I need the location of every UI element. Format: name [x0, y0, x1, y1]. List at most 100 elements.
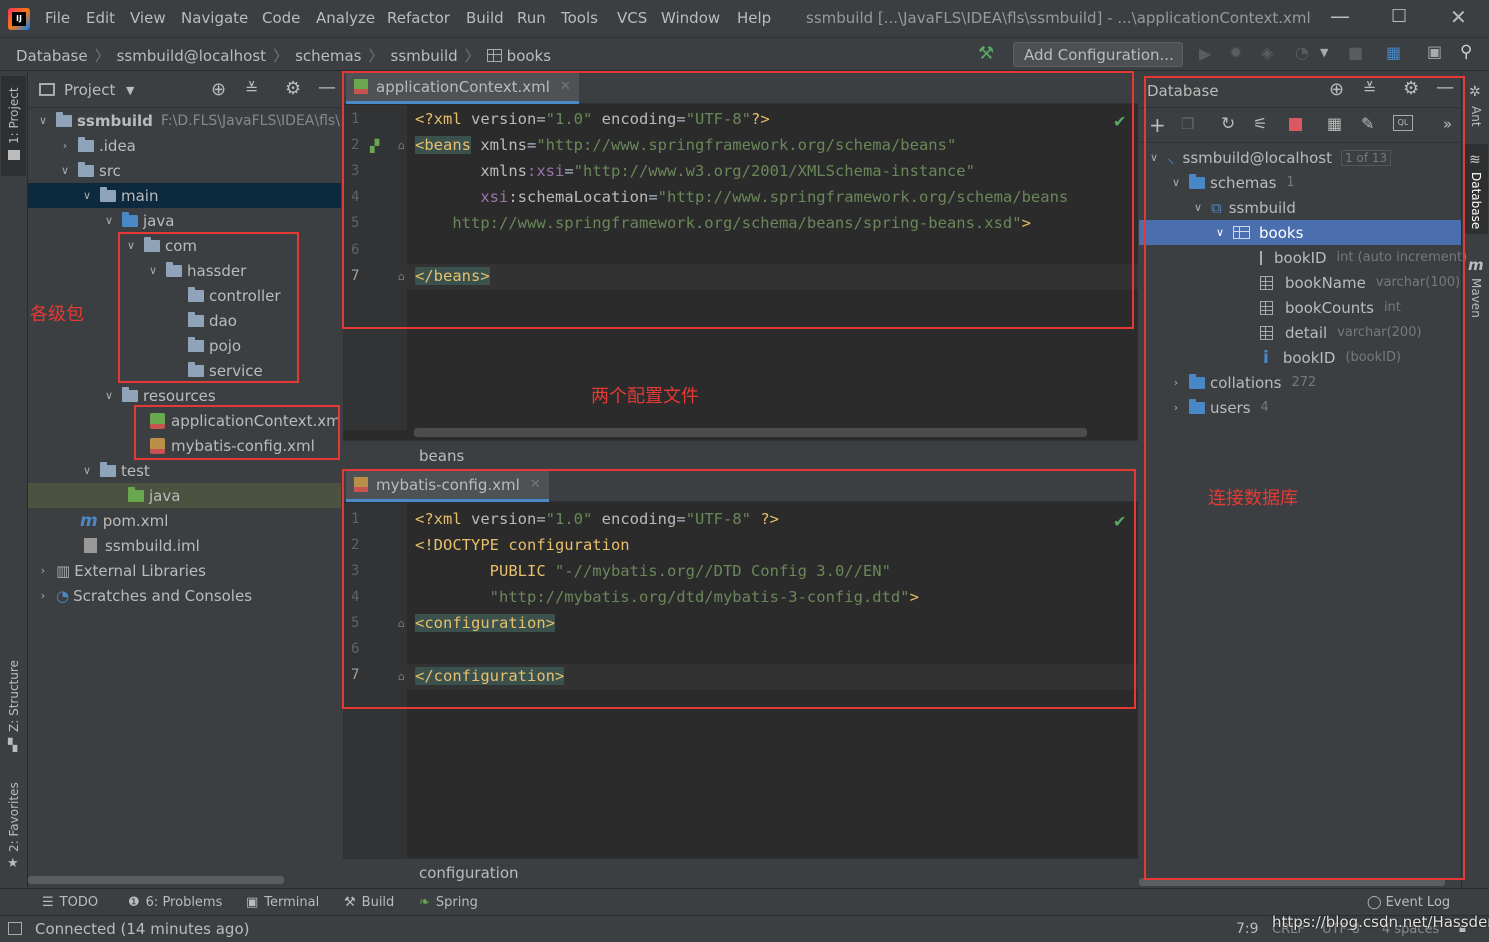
collapse-all-icon[interactable]: ≚ [1363, 79, 1376, 98]
tree-item-service[interactable]: service [28, 358, 341, 383]
terminal-tool[interactable]: ▣ Terminal [246, 895, 319, 910]
tree-item-test[interactable]: ∨ test [28, 458, 341, 483]
close-tab-icon[interactable]: ✕ [560, 79, 571, 94]
db-table-books[interactable]: ∨ books [1139, 220, 1461, 245]
more-icon[interactable]: » [1443, 115, 1452, 133]
tree-item-pojo[interactable]: pojo [28, 333, 341, 358]
tree-item-applicationcontext[interactable]: applicationContext.xm [28, 408, 341, 433]
add-configuration-button[interactable]: Add Configuration... [1013, 42, 1183, 67]
db-connection[interactable]: ∨ ⸜ ssmbuild@localhost 1 of 13 [1139, 145, 1461, 170]
tab-applicationcontext[interactable]: applicationContext.xml ✕ [346, 72, 579, 104]
chevron-down-icon[interactable]: ▼ [126, 84, 134, 97]
chevron-down-icon[interactable]: ∨ [1169, 176, 1183, 189]
menu-run[interactable]: Run [517, 9, 546, 27]
menu-help[interactable]: Help [737, 9, 771, 27]
gear-icon[interactable]: ⚙ [285, 78, 301, 99]
breadcrumb-connection[interactable]: ssmbuild@localhost [117, 47, 266, 65]
chevron-right-icon[interactable]: › [1169, 401, 1183, 414]
db-column[interactable]: bookName varchar(100) [1139, 270, 1461, 295]
breadcrumb-ssmbuild[interactable]: ssmbuild [391, 47, 458, 65]
todo-tool[interactable]: ☰ TODO [42, 895, 98, 910]
console-icon[interactable]: QL [1393, 115, 1413, 131]
chevron-down-icon[interactable]: ∨ [146, 264, 160, 277]
caret-position[interactable]: 7:9 [1236, 921, 1259, 937]
menu-code[interactable]: Code [262, 9, 300, 27]
stop-icon[interactable]: ■ [1348, 43, 1363, 62]
close-tab-icon[interactable]: ✕ [530, 477, 541, 492]
project-tool-label[interactable]: 1: Project [7, 87, 21, 144]
gear-icon[interactable]: ⚙ [1403, 78, 1419, 99]
chevron-right-icon[interactable]: › [36, 589, 50, 602]
project-panel-title[interactable]: Project [64, 81, 115, 99]
db-column[interactable]: detail varchar(200) [1139, 320, 1461, 345]
chevron-down-icon[interactable]: ▼ [1320, 46, 1328, 59]
menu-navigate[interactable]: Navigate [181, 9, 248, 27]
tree-item-iml[interactable]: ssmbuild.iml [28, 533, 341, 558]
search-icon[interactable]: ⚲ [1460, 42, 1472, 62]
breadcrumb-database[interactable]: Database [16, 47, 88, 65]
chevron-down-icon[interactable]: ∨ [124, 239, 138, 252]
build-tool[interactable]: ⚒ Build [344, 895, 394, 910]
horizontal-scrollbar[interactable] [1139, 878, 1445, 886]
collapse-all-icon[interactable]: ≚ [245, 79, 258, 98]
maximize-button[interactable]: ☐ [1391, 6, 1407, 27]
favorites-tool-label[interactable]: 2: Favorites [7, 782, 21, 852]
tree-item-idea[interactable]: › .idea [28, 133, 341, 158]
table-view-icon[interactable]: ▦ [1327, 114, 1342, 133]
chevron-down-icon[interactable]: ∨ [1213, 226, 1227, 239]
fold-icon[interactable]: ⌂ [398, 139, 405, 152]
db-schemas[interactable]: ∨ schemas 1 [1139, 170, 1461, 195]
editor-breadcrumb[interactable]: configuration [419, 864, 519, 882]
duplicate-icon[interactable]: ❐ [1181, 115, 1194, 133]
locate-icon[interactable]: ⊕ [1329, 79, 1344, 100]
spring-tool[interactable]: ❧ Spring [419, 895, 478, 910]
tree-item-test-java[interactable]: java [28, 483, 341, 508]
editor-breadcrumb[interactable]: beans [419, 447, 464, 465]
edit-icon[interactable]: ✎ [1361, 114, 1374, 133]
menu-analyze[interactable]: Analyze [316, 9, 375, 27]
chevron-down-icon[interactable]: ∨ [102, 389, 116, 402]
stop-icon[interactable] [1289, 118, 1302, 131]
ant-tool-label[interactable]: Ant [1469, 106, 1483, 127]
refresh-icon[interactable]: ↻ [1221, 114, 1235, 134]
chevron-right-icon[interactable]: › [36, 564, 50, 577]
maven-tool-label[interactable]: Maven [1469, 278, 1483, 318]
toggle-tool-windows-icon[interactable] [8, 922, 22, 935]
chevron-down-icon[interactable]: ∨ [1191, 201, 1205, 214]
menu-window[interactable]: Window [661, 9, 720, 27]
menu-build[interactable]: Build [466, 9, 504, 27]
db-schema-ssmbuild[interactable]: ∨ ⧉ ssmbuild [1139, 195, 1461, 220]
tree-item-pom[interactable]: m pom.xml [28, 508, 341, 533]
tree-item-root[interactable]: ∨ ssmbuild F:\D.FLS\JavaFLS\IDEA\fls\ [28, 108, 341, 133]
menu-view[interactable]: View [130, 9, 166, 27]
add-icon[interactable]: + [1149, 113, 1166, 137]
debug-icon[interactable]: ✹ [1229, 43, 1242, 62]
breadcrumb-books[interactable]: books [507, 47, 551, 65]
spring-bean-gutter-icon[interactable]: ▞ [370, 139, 379, 153]
presentation-icon[interactable]: ▣ [1427, 42, 1442, 61]
tree-item-java[interactable]: ∨ java [28, 208, 341, 233]
chevron-down-icon[interactable]: ∨ [58, 164, 72, 177]
event-log-tool[interactable]: ◯ Event Log [1367, 895, 1450, 910]
hide-panel-icon[interactable]: — [318, 77, 336, 98]
minimize-button[interactable]: — [1330, 4, 1350, 28]
menu-tools[interactable]: Tools [561, 9, 598, 27]
profile-icon[interactable]: ◔ [1295, 43, 1309, 62]
fold-icon[interactable]: ⌂ [398, 270, 405, 283]
hammer-build-icon[interactable]: ⚒ [978, 43, 994, 64]
chevron-down-icon[interactable]: ∨ [80, 189, 94, 202]
tab-mybatis-config[interactable]: mybatis-config.xml ✕ [346, 470, 549, 502]
db-column[interactable]: bookID int (auto increment) [1139, 245, 1467, 270]
chevron-down-icon[interactable]: ∨ [80, 464, 94, 477]
database-tool-label[interactable]: Database [1469, 172, 1483, 229]
structure-tool-label[interactable]: Z: Structure [7, 660, 21, 732]
horizontal-scrollbar[interactable] [414, 428, 1087, 437]
locate-icon[interactable]: ⊕ [211, 79, 226, 100]
tree-item-scratches[interactable]: › ◔ Scratches and Consoles [28, 583, 341, 608]
tree-item-external-libraries[interactable]: › ▥ External Libraries [28, 558, 341, 583]
tree-item-com[interactable]: ∨ com [28, 233, 341, 258]
close-window-button[interactable]: ✕ [1450, 5, 1467, 29]
db-index[interactable]: i bookID (bookID) [1139, 345, 1461, 370]
chevron-down-icon[interactable]: ∨ [102, 214, 116, 227]
menu-refactor[interactable]: Refactor [387, 9, 450, 27]
